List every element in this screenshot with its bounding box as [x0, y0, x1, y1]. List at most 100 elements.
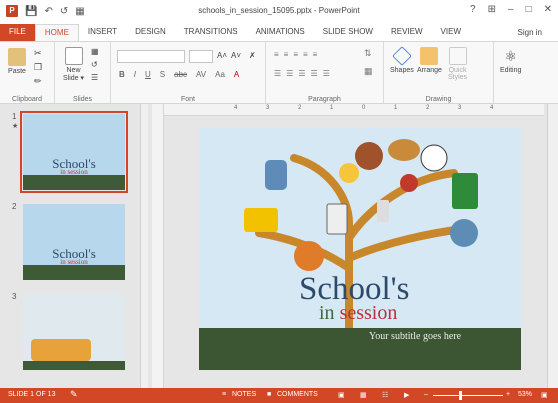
font-family-select[interactable] — [117, 50, 185, 63]
spellcheck-icon[interactable]: ✎ — [70, 389, 78, 400]
tab-design[interactable]: DESIGN — [126, 24, 175, 41]
minimize-icon[interactable]: – — [508, 4, 514, 15]
layout-icon[interactable]: ▦ — [91, 47, 99, 56]
slide-number: 1 — [12, 112, 17, 121]
start-presentation-icon[interactable]: ▦ — [75, 6, 84, 17]
arrange-button[interactable]: Arrange — [417, 47, 442, 74]
ruler-number: 0 — [362, 105, 366, 111]
zoom-level[interactable]: 53% — [518, 391, 532, 398]
format-painter-icon[interactable]: ✏ — [34, 76, 42, 87]
zoom-slider[interactable] — [433, 395, 503, 396]
editing-button[interactable]: ⚛ Editing — [500, 47, 521, 74]
tab-view[interactable]: VIEW — [432, 24, 470, 41]
slide-subtitle[interactable]: in session — [319, 302, 397, 325]
notes-button[interactable]: NOTES — [232, 391, 256, 398]
notes-icon[interactable]: ≡ — [222, 391, 226, 398]
ruler-number: 1 — [394, 105, 398, 111]
shrink-font-icon[interactable]: A˅ — [231, 51, 241, 60]
ribbon-tabs: FILE HOME INSERT DESIGN TRANSITIONS ANIM… — [0, 22, 558, 41]
section-icon[interactable]: ☰ — [91, 73, 98, 82]
main-slide[interactable]: School's in session Your subtitle goes h… — [199, 128, 521, 370]
paste-button[interactable]: Paste — [8, 48, 26, 75]
tab-transitions[interactable]: TRANSITIONS — [175, 24, 247, 41]
arrange-label: Arrange — [417, 67, 442, 74]
canvas-scrollbar[interactable] — [547, 104, 558, 388]
tab-insert[interactable]: INSERT — [79, 24, 126, 41]
editing-label: Editing — [500, 67, 522, 74]
close-icon[interactable]: ✕ — [544, 4, 552, 15]
zoom-out-icon[interactable]: – — [424, 391, 428, 398]
tab-animations[interactable]: ANIMATIONS — [247, 24, 314, 41]
arrange-icon — [420, 47, 439, 65]
clipboard-label: Clipboard — [12, 96, 42, 103]
sign-in-link[interactable]: Sign in — [518, 28, 542, 37]
slide-thumbnail[interactable] — [23, 294, 125, 370]
book-icon — [452, 173, 478, 209]
grow-font-icon[interactable]: A˄ — [217, 51, 227, 60]
font-size-select[interactable] — [189, 50, 213, 63]
title-bar: P 💾 ↶ ↺ ▦ schools_in_session_15095.pptx … — [0, 0, 558, 22]
char-spacing-button[interactable]: AV — [196, 70, 206, 79]
underline-button[interactable]: U — [145, 70, 151, 79]
slide-count: SLIDE 1 OF 13 — [8, 391, 56, 398]
comments-button[interactable]: COMMENTS — [277, 391, 318, 398]
slide-sorter-icon[interactable]: ▦ — [360, 391, 367, 399]
maximize-icon[interactable]: □ — [526, 4, 532, 15]
shapes-icon — [391, 46, 412, 66]
slide-thumbnail[interactable]: School's in session — [23, 204, 125, 280]
basketball-icon — [294, 241, 324, 271]
copy-icon[interactable]: ❐ — [34, 62, 42, 73]
bullets-row-icon[interactable]: ≡≡≡≡≡ — [274, 50, 322, 59]
ribbon: Paste ✂ ❐ ✏ Clipboard New Slide ▾ ▦ ↺ ☰ … — [0, 41, 558, 105]
clipboard-group: Paste ✂ ❐ ✏ Clipboard — [0, 42, 55, 105]
comments-icon[interactable]: ■ — [267, 391, 271, 398]
quick-styles-button[interactable]: Quick Styles — [448, 47, 467, 81]
help-icon[interactable]: ? — [470, 4, 476, 15]
tab-home[interactable]: HOME — [34, 24, 79, 41]
text-direction-icon[interactable]: ⇅ — [364, 48, 372, 59]
italic-button[interactable]: I — [134, 70, 136, 79]
quick-access-toolbar: P 💾 ↶ ↺ ▦ — [0, 5, 85, 17]
backpack-icon — [265, 160, 287, 190]
tab-file[interactable]: FILE — [0, 24, 35, 41]
clear-format-icon[interactable]: ✗ — [249, 51, 256, 60]
thumbnail-band — [23, 361, 125, 370]
alignment-row-icon[interactable]: ☰☰☰☰☰ — [274, 69, 335, 78]
smartart-icon[interactable]: ▦ — [364, 66, 373, 77]
save-icon[interactable]: 💾 — [25, 6, 37, 17]
shapes-label: Shapes — [390, 67, 414, 74]
thumbnail-subtitle: in session — [60, 258, 88, 266]
reset-icon[interactable]: ↺ — [91, 60, 98, 69]
slide-tagline[interactable]: Your subtitle goes here — [369, 331, 461, 342]
slideshow-view-icon[interactable]: ▶ — [404, 391, 409, 399]
thumbnail-scrollbar[interactable] — [140, 104, 148, 388]
bold-button[interactable]: B — [119, 70, 125, 79]
zoom-slider-thumb[interactable] — [459, 391, 462, 400]
zoom-in-icon[interactable]: + — [506, 391, 510, 398]
school-bus-icon — [244, 208, 278, 232]
cut-icon[interactable]: ✂ — [34, 48, 42, 59]
fit-slide-icon[interactable]: ▣ — [541, 391, 548, 399]
shapes-button[interactable]: Shapes — [390, 46, 414, 74]
slide-green-band — [199, 328, 521, 370]
new-slide-button[interactable]: New Slide ▾ — [63, 47, 84, 82]
reading-view-icon[interactable]: ☷ — [382, 391, 388, 399]
slide-thumbnail-pane[interactable]: 1 ★ School's in session 2 School's in se… — [0, 104, 144, 388]
normal-view-icon[interactable]: ▣ — [338, 391, 345, 399]
new-slide-icon — [64, 47, 83, 65]
ruler-number: 2 — [298, 105, 302, 111]
drawing-group: Shapes Arrange Quick Styles Drawing — [384, 42, 494, 105]
horizontal-ruler: 4 3 2 1 0 1 2 3 4 — [164, 104, 544, 116]
redo-icon[interactable]: ↺ — [60, 6, 68, 17]
strikethrough-button[interactable]: abc — [174, 70, 187, 79]
slide-thumbnail[interactable]: School's in session — [20, 111, 128, 193]
undo-icon[interactable]: ↶ — [44, 6, 52, 17]
shadow-button[interactable]: S — [160, 70, 165, 79]
tab-slide-show[interactable]: SLIDE SHOW — [314, 24, 382, 41]
change-case-button[interactable]: Aa — [215, 70, 225, 79]
font-color-button[interactable]: A — [234, 70, 239, 79]
tab-review[interactable]: REVIEW — [382, 24, 432, 41]
vertical-ruler — [152, 104, 164, 388]
ribbon-display-icon[interactable]: ⊞ — [488, 4, 496, 15]
ruler-number: 4 — [490, 105, 494, 111]
